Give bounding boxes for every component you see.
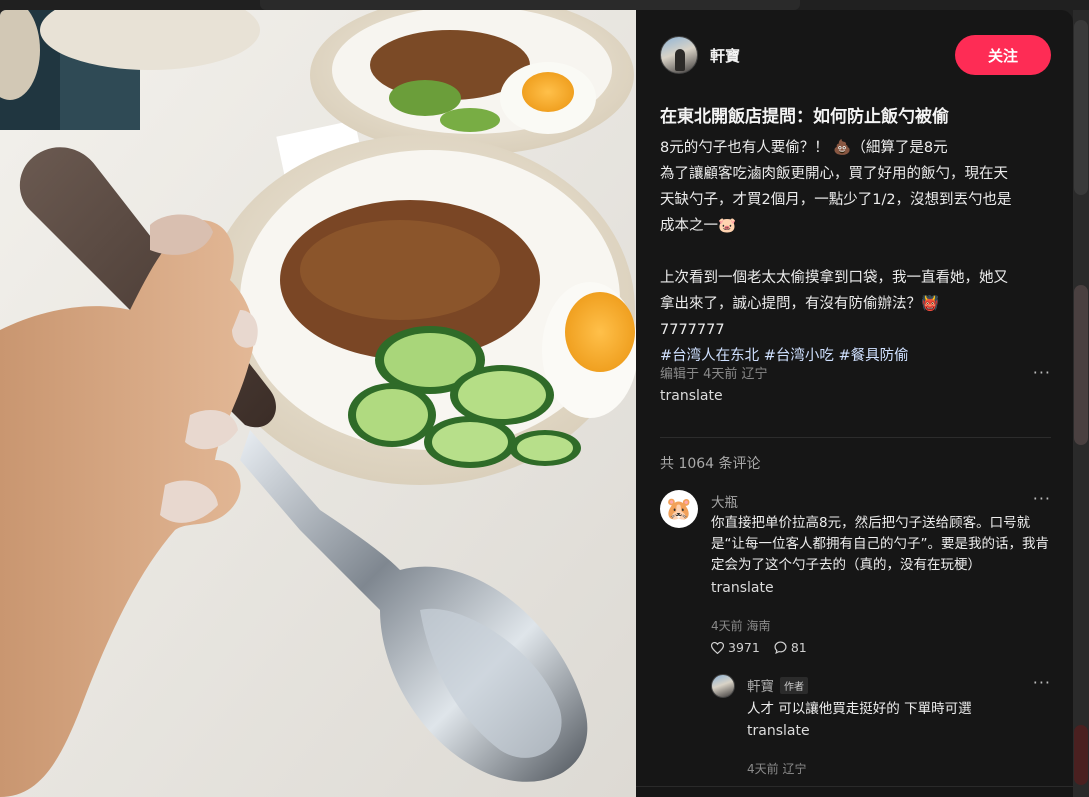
comment-more-options-icon[interactable]: ··· [1033, 489, 1051, 508]
like-button[interactable]: 3971 [711, 640, 760, 655]
comment-meta: 4天前 海南 [711, 619, 771, 633]
post-photo[interactable] [0, 10, 636, 797]
divider [660, 437, 1051, 438]
post-meta: 编辑于 4天前 辽宁 ··· [660, 363, 1051, 382]
reply-author-name[interactable]: 軒寶 [747, 675, 774, 695]
divider [636, 786, 1073, 787]
edited-meta-text: 编辑于 4天前 辽宁 [660, 367, 768, 382]
post-title: 在東北開飯店提問：如何防止飯勺被偷 [660, 107, 949, 127]
reply-text: 人才 可以讓他買走挺好的 下單時可選 [747, 701, 972, 717]
follow-button[interactable]: 关注 [955, 35, 1051, 75]
post-body-spacer [660, 239, 1053, 265]
hashtag-link[interactable]: #台湾小吃 [764, 348, 834, 364]
author-row: 軒寶 关注 [660, 35, 1051, 75]
comment-translate-link[interactable]: translate [711, 580, 774, 596]
post-detail-panel: 軒寶 关注 在東北開飯店提問：如何防止飯勺被偷 8元的勺子也有人要偷？！ 💩（細… [636, 10, 1073, 797]
hashtag-link[interactable]: #餐具防偷 [839, 348, 909, 364]
reply-meta: 4天前 辽宁 [747, 762, 807, 776]
post-body-line: 8元的勺子也有人要偷？！ 💩（細算了是8元 [660, 140, 948, 156]
author-badge: 作者 [780, 676, 808, 694]
comment-actions: 3971 81 [711, 640, 807, 655]
comment-count: 共 1064 条评论 [660, 456, 761, 472]
reply-author-row: 軒寶 作者 [747, 675, 808, 695]
post-body-line: 天缺勺子，才買2個月，一點少了1/2，沒想到丟勺也是 [660, 192, 1012, 208]
food-photo-image [0, 10, 636, 797]
post-body: 8元的勺子也有人要偷？！ 💩（細算了是8元 為了讓顧客吃滷肉飯更開心，買了好用的… [660, 135, 1053, 369]
commenter-name[interactable]: 大瓶 [711, 491, 738, 511]
adjacent-card[interactable] [1074, 20, 1088, 195]
adjacent-card[interactable] [1074, 725, 1088, 785]
post-body-line: 成本之一🐷 [660, 218, 737, 234]
post-body-line: 拿出來了，誠心提問，有沒有防偷辦法？👹 [660, 296, 940, 312]
app-frame: 軒寶 关注 在東北開飯店提問：如何防止飯勺被偷 8元的勺子也有人要偷？！ 💩（細… [0, 0, 1089, 797]
hashtag-link[interactable]: #台湾人在东北 [660, 348, 759, 364]
reply-button[interactable]: 81 [774, 640, 807, 655]
top-bar [260, 0, 800, 10]
comment-text: 你直接把单价拉高8元，然后把勺子送给顾客。口号就是“让每一位客人都拥有自己的勺子… [711, 515, 1049, 573]
reply-author-avatar[interactable] [711, 674, 735, 698]
heart-icon [711, 641, 724, 654]
more-options-icon[interactable]: ··· [1033, 363, 1051, 382]
post-body-line: 上次看到一個老太太偷摸拿到口袋，我一直看她，她又 [660, 270, 1008, 286]
reply-count: 81 [790, 640, 807, 655]
reply-more-options-icon[interactable]: ··· [1033, 673, 1051, 692]
comment-bubble-icon [774, 641, 787, 654]
author-name[interactable]: 軒寶 [710, 45, 740, 66]
reply-translate-link[interactable]: translate [747, 723, 810, 739]
post-body-line: 為了讓顧客吃滷肉飯更開心，買了好用的飯勺，現在天 [660, 166, 1008, 182]
post-body-line: 7777777 [660, 322, 725, 338]
like-count: 3971 [728, 640, 760, 655]
post-translate-link[interactable]: translate [660, 388, 723, 404]
commenter-avatar[interactable]: 🐹 [660, 490, 698, 528]
adjacent-card[interactable] [1074, 285, 1088, 445]
author-avatar[interactable] [660, 36, 698, 74]
